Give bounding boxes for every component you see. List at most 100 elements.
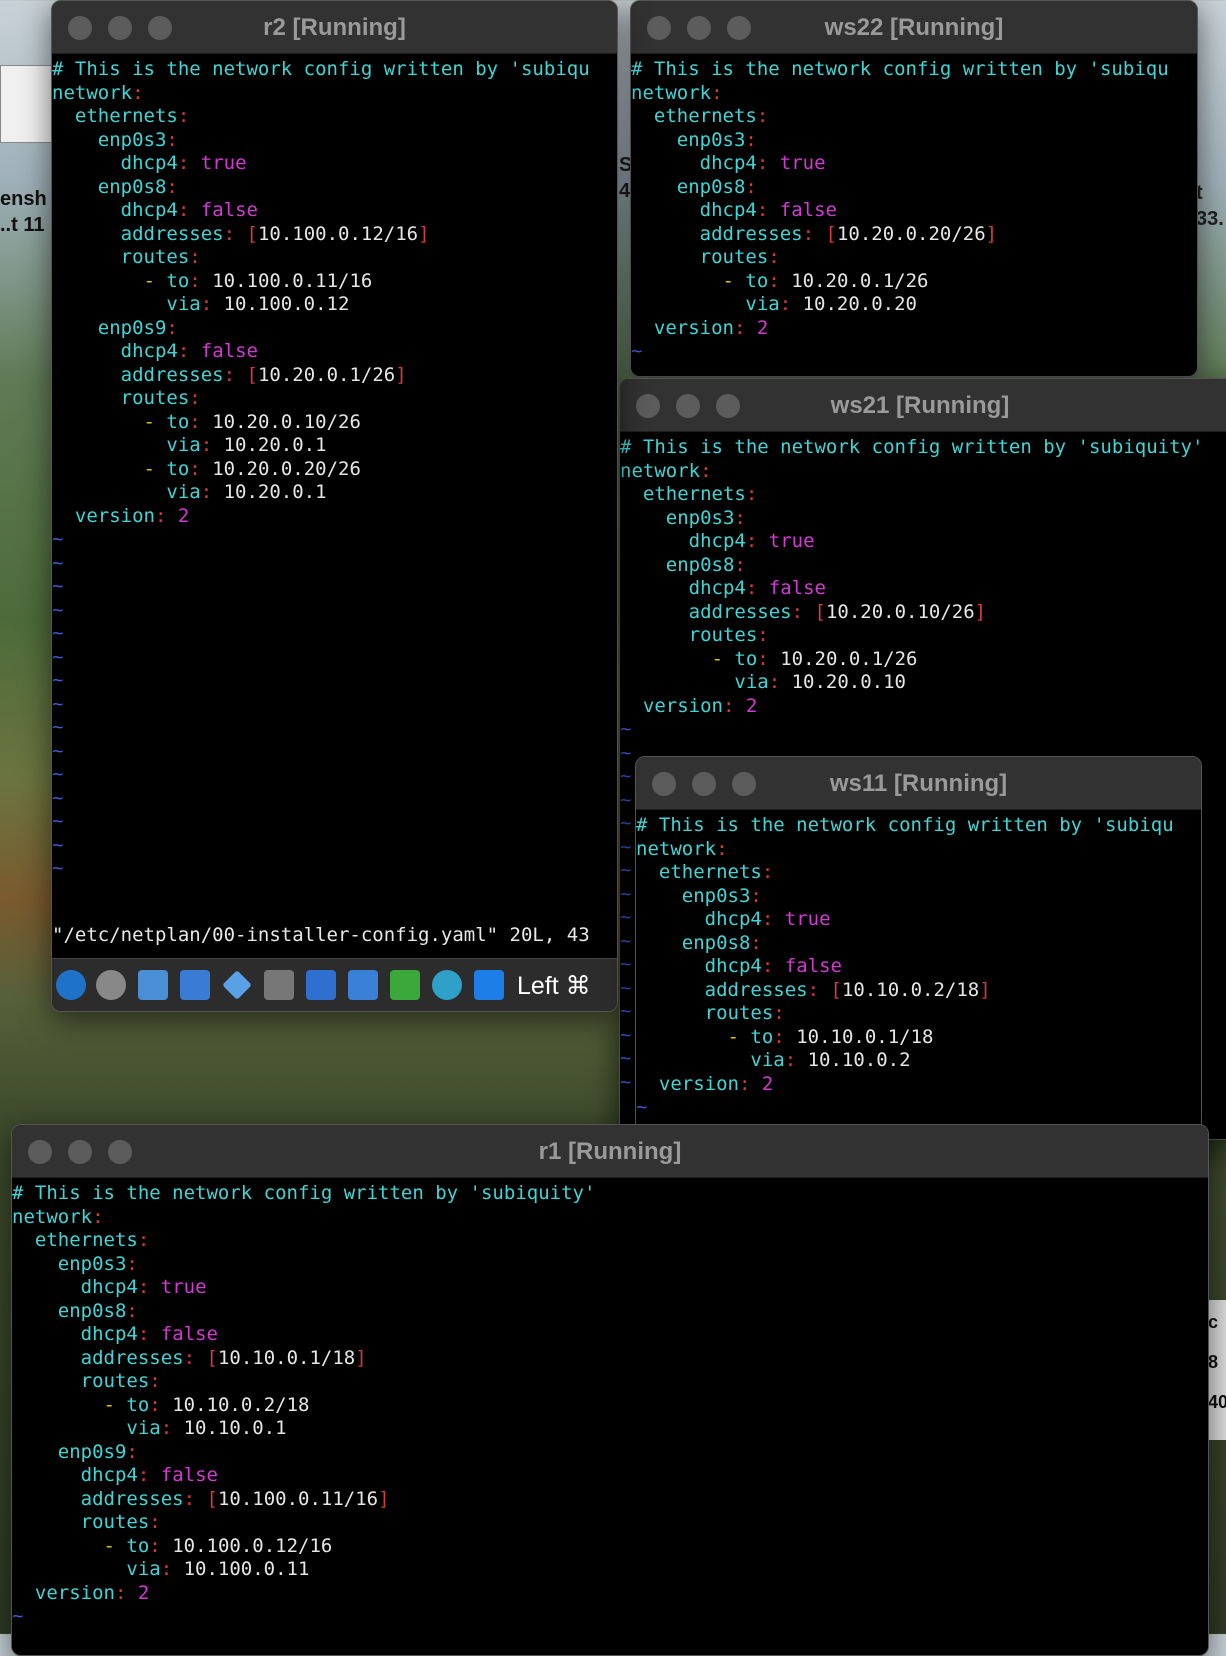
terminal-line: via: 10.20.0.10	[734, 671, 907, 693]
vim-empty-line-marker: ~	[620, 1070, 632, 1093]
window-title: ws11 [Running]	[829, 770, 1008, 797]
vim-empty-line-marker: ~	[52, 692, 64, 715]
vm-status-toolbar: Left ⌘	[52, 958, 617, 1011]
vim-empty-line-marker: ~	[52, 645, 64, 668]
terminal-line: - to: 10.100.0.11/16	[143, 269, 373, 292]
usb-icon[interactable]	[222, 970, 252, 1000]
folder-icon[interactable]	[264, 970, 294, 1000]
vm-window-r1[interactable]: r1 [Running] # This is the network confi…	[11, 1124, 1209, 1656]
desktop-label-fragment: c 8 40	[1208, 1312, 1226, 1412]
terminal-line: addresses: [10.10.0.1/18]	[80, 1346, 367, 1369]
vim-empty-line-marker: ~	[52, 810, 64, 832]
terminal-screen[interactable]: # This is the network config written by …	[631, 54, 1197, 376]
shared-folders-icon[interactable]	[180, 970, 210, 1000]
vim-empty-line-marker: ~	[620, 812, 632, 834]
terminal-line: # This is the network config written by …	[52, 58, 590, 80]
terminal-line: dhcp4: false	[120, 340, 258, 362]
terminal-line: enp0s3:	[681, 884, 762, 907]
terminal-line: network:	[620, 459, 712, 482]
terminal-line: addresses: [10.100.0.11/16]	[80, 1487, 390, 1510]
terminal-line: routes:	[699, 246, 780, 268]
vim-empty-line-marker: ~	[620, 859, 632, 881]
desktop-file-thumbnail[interactable]	[0, 65, 54, 143]
terminal-line: - to: 10.20.0.10/26	[143, 410, 361, 433]
vim-empty-line-marker: ~	[620, 906, 632, 928]
terminal-line: routes:	[704, 1002, 785, 1024]
terminal-line: via: 10.10.0.1	[126, 1417, 287, 1439]
terminal-line: via: 10.100.0.11	[126, 1558, 310, 1580]
window-titlebar[interactable]: r1 [Running]	[12, 1125, 1208, 1178]
optical-disc-icon[interactable]	[96, 970, 126, 1000]
vim-empty-line-marker: ~	[620, 765, 632, 787]
terminal-line: routes:	[688, 624, 769, 646]
terminal-line: enp0s3:	[97, 128, 178, 151]
terminal-screen[interactable]: # This is the network config written by …	[52, 54, 617, 958]
vim-empty-line-marker: ~	[620, 953, 632, 975]
vim-empty-line-marker: ~	[631, 340, 643, 362]
window-titlebar[interactable]: ws21 [Running]	[620, 379, 1226, 432]
vim-empty-line-marker: ~	[52, 669, 64, 691]
network-adapters-icon[interactable]	[138, 970, 168, 1000]
terminal-line: dhcp4: false	[120, 199, 258, 221]
vim-empty-line-marker: ~	[52, 598, 64, 621]
terminal-line: # This is the network config written by …	[631, 58, 1169, 80]
terminal-line: via: 10.20.0.1	[166, 434, 327, 456]
terminal-line: routes:	[80, 1370, 161, 1392]
host-key-label[interactable]: Left ⌘	[517, 971, 591, 1001]
vm-help-icon[interactable]	[56, 970, 86, 1000]
window-title: r2 [Running]	[263, 14, 406, 41]
vim-empty-line-marker: ~	[52, 739, 64, 762]
terminal-line: enp0s3:	[57, 1252, 138, 1275]
display-icon[interactable]	[306, 970, 336, 1000]
window-titlebar[interactable]: ws11 [Running]	[636, 757, 1201, 810]
desktop-file-label: ensh ..t 11	[0, 188, 47, 236]
terminal-line: - to: 10.10.0.2/18	[103, 1393, 310, 1416]
download-icon[interactable]	[474, 970, 504, 1000]
vim-empty-line-marker: ~	[636, 1096, 648, 1118]
terminal-line: addresses: [10.20.0.20/26]	[699, 222, 998, 245]
terminal-line: dhcp4: true	[688, 530, 815, 552]
terminal-line: addresses: [10.10.0.2/18]	[704, 978, 991, 1001]
screen-capture-icon[interactable]	[348, 970, 378, 1000]
vim-empty-line-marker: ~	[620, 1000, 632, 1022]
vm-window-ws11[interactable]: ws11 [Running] # This is the network con…	[635, 756, 1202, 1158]
terminal-line: routes:	[80, 1511, 161, 1533]
vim-empty-line-marker: ~	[52, 833, 64, 856]
terminal-line: dhcp4: false	[704, 955, 842, 977]
terminal-line: ethernets:	[74, 105, 190, 127]
vm-window-r2[interactable]: r2 [Running] # This is the network confi…	[51, 0, 618, 1012]
desktop-label-fragment: t 33.	[1196, 182, 1224, 230]
terminal-line: addresses: [10.20.0.1/26]	[120, 363, 407, 386]
terminal-line: enp0s8:	[676, 175, 757, 198]
window-titlebar[interactable]: r2 [Running]	[52, 1, 617, 54]
vim-empty-line-marker: ~	[620, 976, 632, 999]
vim-empty-line-marker: ~	[12, 1605, 24, 1627]
vim-empty-line-marker: ~	[620, 741, 632, 764]
vim-empty-line-marker: ~	[620, 929, 632, 952]
terminal-screen[interactable]: # This is the network config written by …	[636, 810, 1201, 1157]
terminal-line: routes:	[120, 246, 201, 268]
guest-additions-icon[interactable]	[390, 970, 420, 1000]
terminal-line: enp0s9:	[57, 1440, 138, 1463]
terminal-line: - to: 10.20.0.1/26	[722, 269, 929, 292]
terminal-screen[interactable]: # This is the network config written by …	[12, 1178, 1208, 1655]
terminal-line: enp0s9:	[97, 316, 178, 339]
terminal-line: enp0s8:	[681, 931, 762, 954]
window-titlebar[interactable]: ws22 [Running]	[631, 1, 1197, 54]
terminal-line: addresses: [10.100.0.12/16]	[120, 222, 430, 245]
window-title: r1 [Running]	[538, 1138, 682, 1165]
vim-empty-line-marker: ~	[52, 786, 64, 809]
terminal-line: - to: 10.20.0.20/26	[143, 457, 361, 480]
terminal-line: enp0s3:	[665, 506, 746, 529]
terminal-line: - to: 10.100.0.12/16	[103, 1534, 333, 1557]
terminal-line: version: 2	[74, 504, 190, 527]
terminal-line: network:	[12, 1205, 104, 1228]
terminal-line: addresses: [10.20.0.10/26]	[688, 600, 987, 623]
vim-empty-line-marker: ~	[52, 551, 64, 574]
terminal-line: ethernets:	[653, 105, 769, 127]
vm-window-ws22[interactable]: ws22 [Running] # This is the network con…	[630, 0, 1198, 377]
recording-icon[interactable]	[432, 970, 462, 1000]
terminal-line: version: 2	[658, 1072, 774, 1095]
terminal-line: via: 10.20.0.1	[166, 481, 327, 503]
terminal-line: # This is the network config written by …	[620, 436, 1204, 458]
